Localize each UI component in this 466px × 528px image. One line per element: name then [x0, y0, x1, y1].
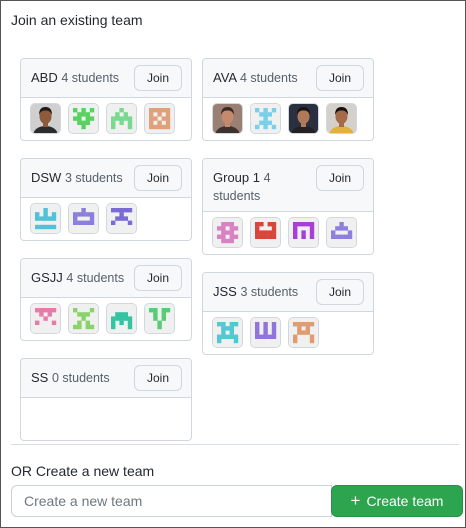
team-members: [21, 198, 191, 240]
avatar-identicon: [106, 103, 137, 134]
team-student-count: 3 students: [64, 171, 123, 185]
plus-icon: +: [350, 491, 361, 510]
team-members: [203, 312, 373, 354]
team-name: Group 1: [213, 170, 260, 185]
team-name: DSW: [31, 170, 62, 185]
avatar-photo: [212, 103, 243, 134]
avatar-identicon: [68, 103, 99, 134]
join-button[interactable]: Join: [134, 165, 182, 191]
team-card-header: AVA 4 students Join: [203, 59, 373, 98]
team-card: SS 0 students Join: [20, 358, 192, 441]
team-student-count: 3 students: [240, 285, 299, 299]
avatar-identicon: [106, 203, 137, 234]
team-student-count: 4 students: [66, 271, 125, 285]
team-student-count: 4 students: [61, 71, 120, 85]
team-title: Group 1 4 students: [213, 165, 313, 205]
team-card: Group 1 4 students Join: [202, 158, 374, 255]
team-card: ABD 4 students Join: [20, 58, 192, 141]
join-button[interactable]: Join: [134, 365, 182, 391]
avatar-photo: [288, 103, 319, 134]
team-name: JSS: [213, 284, 237, 299]
join-button[interactable]: Join: [134, 265, 182, 291]
team-members: [21, 98, 191, 140]
avatar-identicon: [212, 317, 243, 348]
avatar-photo: [30, 103, 61, 134]
team-title: DSW 3 students: [31, 165, 123, 187]
team-members: [203, 212, 373, 254]
team-card: GSJJ 4 students Join: [20, 258, 192, 341]
avatar-identicon: [250, 217, 281, 248]
team-card-header: DSW 3 students Join: [21, 159, 191, 198]
team-card-header: Group 1 4 students Join: [203, 159, 373, 212]
avatar-identicon: [326, 217, 357, 248]
team-card-header: SS 0 students Join: [21, 359, 191, 398]
team-card-header: GSJJ 4 students Join: [21, 259, 191, 298]
team-name: AVA: [213, 70, 237, 85]
team-card: AVA 4 students Join: [202, 58, 374, 141]
avatar-identicon: [106, 303, 137, 334]
team-members: [203, 98, 373, 140]
join-button[interactable]: Join: [316, 165, 364, 191]
team-column-left: ABD 4 students Join DSW 3 students Join GSJJ…: [20, 58, 192, 458]
create-team-button[interactable]: + Create team: [331, 485, 463, 517]
avatar-identicon: [68, 203, 99, 234]
join-button[interactable]: Join: [316, 65, 364, 91]
join-button[interactable]: Join: [316, 279, 364, 305]
avatar-photo: [326, 103, 357, 134]
team-members: [21, 298, 191, 340]
team-student-count: 0 students: [51, 371, 110, 385]
team-name: SS: [31, 370, 49, 385]
avatar-identicon: [30, 203, 61, 234]
create-team-row: + Create team: [11, 485, 463, 518]
join-team-panel: Join an existing team ABD 4 students Join…: [0, 0, 466, 528]
team-title: ABD 4 students: [31, 65, 119, 87]
avatar-identicon: [30, 303, 61, 334]
create-team-label: OR Create a new team: [11, 463, 155, 479]
team-student-count: 4 students: [240, 71, 298, 85]
team-card-header: ABD 4 students Join: [21, 59, 191, 98]
section-heading: Join an existing team: [11, 12, 143, 28]
team-title: JSS 3 students: [213, 279, 298, 301]
avatar-identicon: [250, 317, 281, 348]
avatar-identicon: [144, 303, 175, 334]
create-team-button-label: Create team: [366, 493, 444, 509]
avatar-identicon: [144, 103, 175, 134]
team-card: DSW 3 students Join: [20, 158, 192, 241]
avatar-identicon: [250, 103, 281, 134]
team-card-header: JSS 3 students Join: [203, 273, 373, 312]
team-card: JSS 3 students Join: [202, 272, 374, 355]
team-title: AVA 4 students: [213, 65, 298, 87]
avatar-identicon: [212, 217, 243, 248]
team-members: [21, 398, 191, 440]
avatar-identicon: [68, 303, 99, 334]
avatar-identicon: [288, 317, 319, 348]
avatar-identicon: [288, 217, 319, 248]
join-button[interactable]: Join: [134, 65, 182, 91]
create-team-input[interactable]: [11, 485, 332, 517]
team-name: GSJJ: [31, 270, 63, 285]
team-name: ABD: [31, 70, 58, 85]
team-title: GSJJ 4 students: [31, 265, 124, 287]
team-title: SS 0 students: [31, 365, 110, 387]
divider: [11, 444, 459, 445]
team-column-right: AVA 4 students Join Group 1 4 students Join…: [202, 58, 374, 372]
